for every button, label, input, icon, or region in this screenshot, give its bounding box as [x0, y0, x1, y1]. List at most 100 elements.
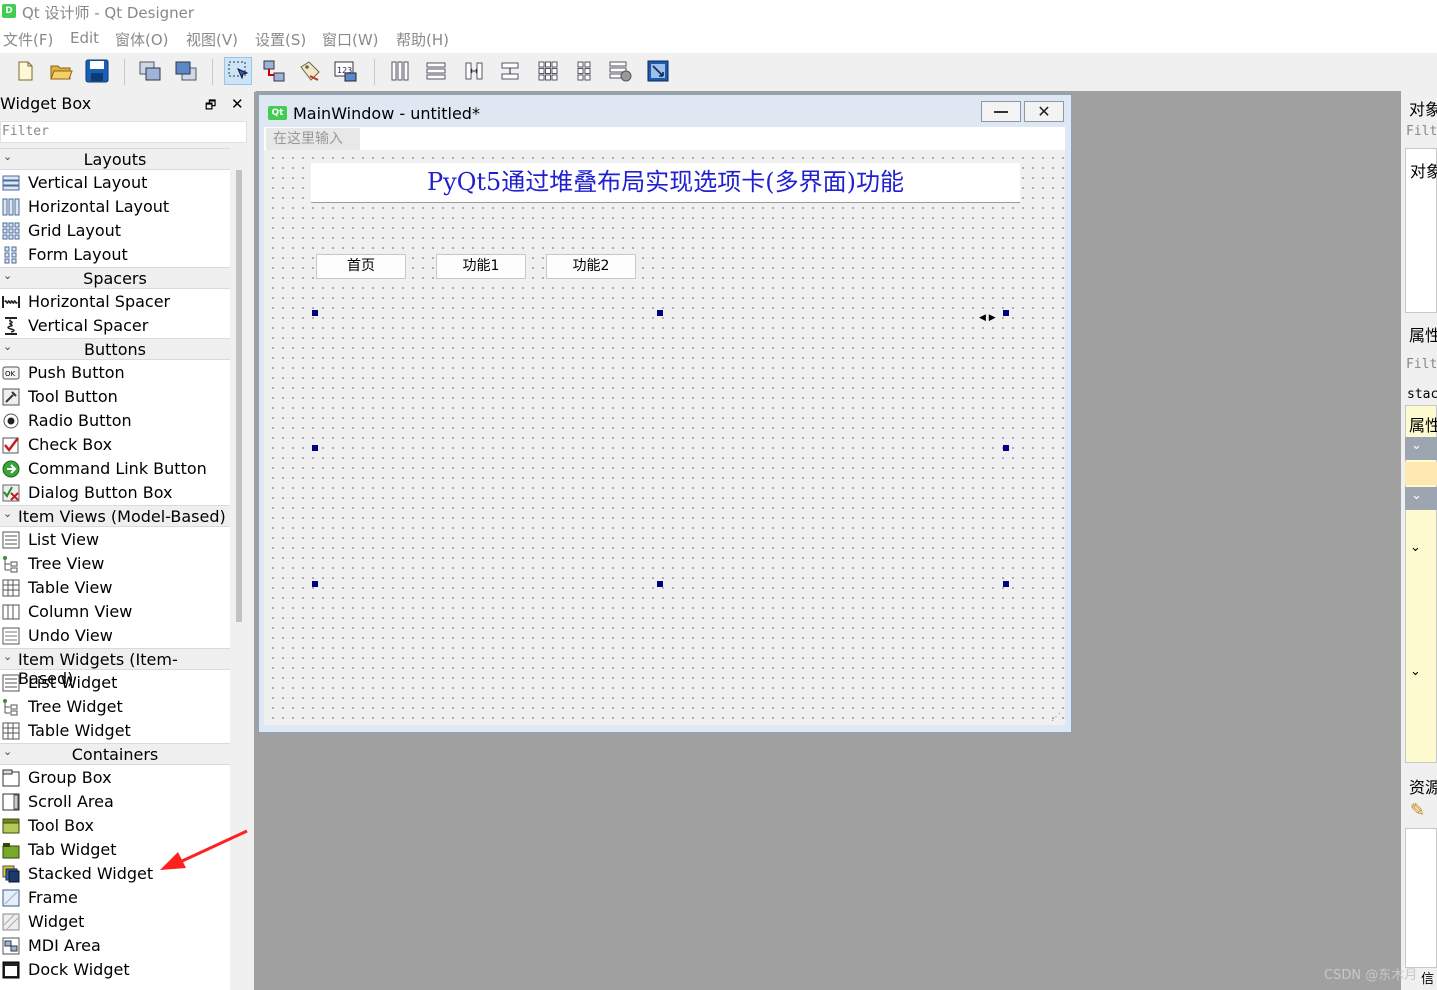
selection-handle[interactable]: [1003, 310, 1009, 316]
float-dock-icon[interactable]: 🗗: [205, 96, 216, 117]
category-buttons[interactable]: ⌄ Buttons: [0, 338, 230, 360]
widget-item-column-view[interactable]: Column View: [0, 600, 230, 624]
send-to-back-icon[interactable]: [136, 57, 164, 85]
save-icon[interactable]: [83, 57, 111, 85]
function2-button[interactable]: 功能2: [546, 254, 636, 279]
selection-handle[interactable]: [312, 445, 318, 451]
widget-item-table-view[interactable]: Table View: [0, 576, 230, 600]
menu-edit[interactable]: Edit: [70, 29, 99, 47]
menu-form[interactable]: 窗体(O): [115, 29, 169, 50]
function1-button[interactable]: 功能1: [436, 254, 526, 279]
bottom-tab-label[interactable]: 信: [1421, 968, 1434, 987]
bring-to-front-icon[interactable]: [172, 57, 200, 85]
property-filter-input[interactable]: Filt: [1406, 357, 1437, 372]
layout-horizontal-splitter-icon[interactable]: [460, 57, 488, 85]
heading-label[interactable]: PyQt5通过堆叠布局实现选项卡(多界面)功能: [311, 163, 1020, 203]
dialog-button-box-icon: [2, 484, 20, 502]
widget-item-group-box[interactable]: Group Box: [0, 766, 230, 790]
close-button[interactable]: ✕: [1024, 101, 1064, 122]
widget-list-scrollbar[interactable]: [236, 170, 242, 622]
edit-tab-order-icon[interactable]: 123: [332, 57, 360, 85]
widget-item-table-widget[interactable]: Table Widget: [0, 719, 230, 743]
widget-item-horizontal-spacer[interactable]: Horizontal Spacer: [0, 290, 230, 314]
widget-item-dock-widget[interactable]: Dock Widget: [0, 958, 230, 982]
category-containers[interactable]: ⌄ Containers: [0, 743, 230, 765]
property-group-row[interactable]: ⌄: [1405, 437, 1437, 460]
minimize-icon: [994, 110, 1008, 113]
layout-grid-icon[interactable]: [534, 57, 562, 85]
widget-item-command-link-button[interactable]: Command Link Button: [0, 457, 230, 481]
widget-item-undo-view[interactable]: Undo View: [0, 624, 230, 648]
property-object-name: stac: [1407, 387, 1437, 402]
widget-item-vertical-layout[interactable]: Vertical Layout: [0, 171, 230, 195]
adjust-size-icon[interactable]: [644, 57, 672, 85]
open-folder-icon[interactable]: [47, 57, 75, 85]
chevron-down-icon[interactable]: ⌄: [1410, 540, 1421, 555]
chevron-down-icon[interactable]: ⌄: [1410, 664, 1421, 679]
property-row-highlighted[interactable]: [1405, 462, 1437, 485]
selection-handle[interactable]: [1003, 445, 1009, 451]
widget-item-mdi-area[interactable]: MDI Area: [0, 934, 230, 958]
widget-item-horizontal-layout[interactable]: Horizontal Layout: [0, 195, 230, 219]
form-canvas[interactable]: [264, 150, 1065, 725]
selection-handle[interactable]: [1003, 581, 1009, 587]
layout-form-icon[interactable]: [570, 57, 598, 85]
selection-handle[interactable]: [657, 581, 663, 587]
category-spacers[interactable]: ⌄ Spacers: [0, 267, 230, 289]
new-file-icon[interactable]: [11, 57, 39, 85]
check-box-icon: [2, 437, 19, 454]
menu-view[interactable]: 视图(V): [186, 29, 238, 50]
edit-signals-slots-icon[interactable]: [260, 57, 288, 85]
widget-filter-input[interactable]: Filter: [0, 121, 247, 143]
category-item-widgets[interactable]: ⌄ Item Widgets (Item-Based): [0, 648, 230, 688]
dock-widget-icon: [2, 961, 20, 979]
object-tree-header: 对象: [1410, 162, 1437, 181]
close-icon[interactable]: ✕: [231, 95, 244, 113]
resize-grip-icon[interactable]: ⋰: [1051, 712, 1061, 723]
widget-item-list-widget[interactable]: List Widget: [0, 671, 230, 695]
break-layout-icon[interactable]: [606, 57, 634, 85]
selection-handle[interactable]: [312, 310, 318, 316]
widget-item-tree-widget[interactable]: Tree Widget: [0, 695, 230, 719]
grid-layout-icon: [2, 222, 20, 240]
minimize-button[interactable]: [981, 101, 1021, 122]
object-inspector-title: 对象: [1409, 100, 1437, 119]
menu-bar: 文件(F) Edit 窗体(O) 视图(V) 设置(S) 窗口(W) 帮助(H): [0, 24, 1437, 53]
home-button[interactable]: 首页: [316, 254, 406, 279]
widget-item-push-button[interactable]: OK Push Button: [0, 361, 230, 385]
widget-item-widget[interactable]: Widget: [0, 910, 230, 934]
group-box-icon: [2, 769, 20, 787]
widget-item-dialog-button-box[interactable]: Dialog Button Box: [0, 481, 230, 505]
widget-item-scroll-area[interactable]: Scroll Area: [0, 790, 230, 814]
edit-buddies-icon[interactable]: [296, 57, 324, 85]
column-view-icon: [2, 604, 20, 620]
widget-item-tree-view[interactable]: Tree View: [0, 552, 230, 576]
category-item-views[interactable]: ⌄ Item Views (Model-Based): [0, 505, 230, 527]
form-menu-type-here[interactable]: 在这里输入: [266, 128, 360, 150]
widget-item-vertical-spacer[interactable]: Vertical Spacer: [0, 314, 230, 338]
object-filter-input[interactable]: Filt: [1406, 124, 1437, 139]
category-layouts[interactable]: ⌄ Layouts: [0, 148, 230, 170]
layout-horizontal-icon[interactable]: [386, 57, 414, 85]
widget-item-list-view[interactable]: List View: [0, 528, 230, 552]
stacked-page-nav-icon[interactable]: ◀ ▶: [979, 313, 996, 323]
menu-file[interactable]: 文件(F): [3, 29, 53, 50]
widget-item-tool-button[interactable]: Tool Button: [0, 385, 230, 409]
edit-widgets-icon[interactable]: [224, 57, 252, 85]
selection-handle[interactable]: [657, 310, 663, 316]
menu-help[interactable]: 帮助(H): [396, 29, 449, 50]
resource-tree[interactable]: [1405, 828, 1437, 968]
property-group-row[interactable]: ⌄: [1405, 487, 1437, 510]
widget-item-frame[interactable]: Frame: [0, 886, 230, 910]
stacked-widget-icon: [2, 865, 20, 883]
menu-settings[interactable]: 设置(S): [255, 29, 306, 50]
pencil-icon[interactable]: ✎: [1410, 800, 1425, 821]
widget-item-form-layout[interactable]: Form Layout: [0, 243, 230, 267]
menu-window[interactable]: 窗口(W): [322, 29, 379, 50]
widget-item-check-box[interactable]: Check Box: [0, 433, 230, 457]
layout-vertical-splitter-icon[interactable]: [496, 57, 524, 85]
widget-item-radio-button[interactable]: Radio Button: [0, 409, 230, 433]
selection-handle[interactable]: [312, 581, 318, 587]
layout-vertical-icon[interactable]: [422, 57, 450, 85]
widget-item-grid-layout[interactable]: Grid Layout: [0, 219, 230, 243]
